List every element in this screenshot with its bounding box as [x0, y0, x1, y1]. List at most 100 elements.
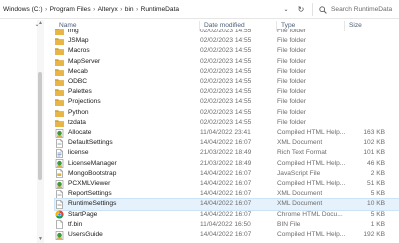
folder-icon	[55, 47, 64, 56]
search-input[interactable]: Search RuntimeData	[331, 6, 392, 13]
file-row[interactable]: Python 02/02/2023 14:55 File folder	[55, 108, 399, 118]
file-size	[345, 77, 385, 87]
file-date-modified: 02/02/2023 14:55	[200, 108, 252, 116]
file-row[interactable]: img 02/02/2023 14:55 File folder	[55, 29, 399, 36]
file-name-cell: Macros	[55, 46, 199, 56]
breadcrumb-separator[interactable]: ›	[91, 7, 98, 13]
breadcrumb-alteryx[interactable]: Alteryx	[98, 6, 118, 13]
file-row[interactable]: ODBC 02/02/2023 14:55 File folder	[55, 77, 399, 87]
file-name-cell: DefaultSettings	[55, 138, 199, 148]
file-size: 192 KB	[363, 231, 385, 238]
file-date-modified: 11/04/2022 16:50	[200, 220, 251, 228]
file-type: JavaScript File	[277, 169, 321, 177]
file-date-modified: 02/02/2023 14:55	[200, 118, 252, 126]
file-type: File folder	[277, 118, 306, 126]
file-name: DefaultSettings	[68, 139, 113, 147]
file-size	[345, 36, 385, 46]
file-row[interactable]: ReportSettings 14/04/2022 16:07 XML Docume…	[55, 189, 399, 199]
file-name: ReportSettings	[68, 190, 112, 198]
xml-file-icon	[55, 200, 64, 209]
file-date-modified: 02/02/2023 14:55	[200, 29, 252, 34]
file-name-cell: Python	[55, 108, 199, 118]
file-row[interactable]: RuntimeSettings 14/04/2022 16:07 XML Docum…	[54, 198, 399, 211]
file-row[interactable]: tzdata 02/02/2023 14:55 File folder	[55, 118, 399, 128]
rtf-file-icon	[55, 149, 64, 158]
file-name-cell: RuntimeSettings	[55, 199, 199, 209]
folder-icon	[55, 118, 64, 127]
file-row[interactable]: PCXMLViewer 14/04/2022 16:07 Compiled HTML…	[55, 179, 399, 189]
folder-icon	[55, 88, 64, 97]
file-type: Rich Text Format	[277, 149, 327, 157]
nav-scrollbar-thumb[interactable]	[38, 72, 42, 180]
file-name: license	[68, 149, 89, 157]
breadcrumb-program-files[interactable]: Program Files	[50, 6, 91, 13]
file-row[interactable]: Mecab 02/02/2023 14:55 File folder	[55, 67, 399, 77]
file-row[interactable]: license 21/03/2022 18:49 Rich Text Format 1…	[55, 148, 399, 158]
file-size	[345, 57, 385, 67]
xml-file-icon	[55, 189, 64, 199]
breadcrumb-separator[interactable]: ›	[134, 7, 141, 13]
file-type: File folder	[277, 67, 306, 75]
file-row[interactable]: Allocate 11/04/2022 23:41 Compiled HTML He…	[55, 128, 399, 138]
nav-scroll-down-icon[interactable]: ▼	[37, 236, 44, 243]
navigation-pane: ▲ ▼	[0, 20, 44, 243]
file-row[interactable]: UsersGuide 14/04/2022 16:07 Compiled HTML …	[55, 230, 399, 240]
file-date-modified: 14/04/2022 16:07	[200, 200, 252, 208]
file-row[interactable]: LicenseManager 21/03/2022 18:49 Compiled H…	[55, 159, 399, 169]
breadcrumb-separator[interactable]: ›	[118, 7, 125, 13]
file-name-cell: ODBC	[55, 77, 199, 87]
file-row[interactable]: Projections 02/02/2023 14:55 File folder	[55, 97, 399, 107]
chrome-file-icon	[55, 210, 64, 219]
file-name-cell: ReportSettings	[55, 189, 199, 199]
breadcrumb: Windows (C:) › Program Files › Alteryx ›…	[3, 4, 179, 15]
file-size: 5 KB	[370, 190, 385, 198]
file-type: File folder	[277, 57, 306, 65]
file-size: 51 KB	[367, 180, 385, 187]
file-name: tf.bin	[68, 220, 83, 228]
file-row[interactable]: DefaultSettings 14/04/2022 16:07 XML Docum…	[55, 138, 399, 148]
collapse-chevron-icon[interactable]: ⌄	[32, 21, 42, 29]
file-name-cell: UsersGuide	[55, 230, 199, 240]
file-name-cell: img	[55, 29, 199, 36]
file-row[interactable]: MongoBootstrap 14/04/2022 16:07 JavaScript…	[55, 169, 399, 179]
file-name: StartPage	[68, 210, 98, 218]
breadcrumb-bin[interactable]: bin	[125, 6, 134, 13]
file-name-cell: tzdata	[55, 118, 199, 128]
chm-file-icon	[55, 179, 64, 189]
file-row[interactable]: MapServer 02/02/2023 14:55 File folder	[55, 57, 399, 67]
bin-file-icon	[55, 220, 64, 230]
search-box[interactable]: Search RuntimeData	[312, 3, 396, 16]
file-type: File folder	[277, 98, 306, 106]
breadcrumb-separator[interactable]: ›	[43, 7, 50, 13]
file-type: File folder	[277, 108, 306, 116]
file-name: Allocate	[68, 129, 92, 136]
file-row[interactable]: tf.bin 11/04/2022 16:50 BIN File 1 KB	[55, 220, 399, 230]
address-history-chevron-icon[interactable]: ⌄	[281, 4, 291, 15]
file-row[interactable]: Palettes 02/02/2023 14:55 File folder	[55, 87, 399, 97]
address-bar[interactable]: Windows (C:) › Program Files › Alteryx ›…	[0, 0, 399, 19]
refresh-icon[interactable]: ↻	[296, 4, 306, 15]
file-date-modified: 02/02/2023 14:55	[200, 78, 252, 85]
file-name: UsersGuide	[68, 231, 103, 238]
breadcrumb-windows-c[interactable]: Windows (C:)	[3, 6, 43, 13]
file-date-modified: 14/04/2022 16:07	[200, 231, 252, 238]
file-name: RuntimeSettings	[68, 200, 117, 208]
file-row[interactable]: Macros 02/02/2023 14:55 File folder	[55, 46, 399, 56]
file-name-cell: LicenseManager	[55, 159, 199, 169]
file-size: 46 KB	[367, 159, 385, 167]
file-name: JSMap	[68, 37, 89, 45]
breadcrumb-runtimedata[interactable]: RuntimeData	[141, 6, 179, 13]
file-row[interactable]: JSMap 02/02/2023 14:55 File folder	[55, 36, 399, 46]
file-size	[345, 46, 385, 56]
file-type: XML Document	[277, 139, 323, 147]
file-type: Compiled HTML Help...	[277, 159, 345, 167]
file-type: File folder	[277, 37, 306, 45]
file-row[interactable]: StartPage 14/04/2022 16:07 Chrome HTML Doc…	[55, 210, 399, 220]
file-size: 10 KB	[367, 200, 385, 208]
file-date-modified: 02/02/2023 14:55	[200, 47, 252, 55]
file-type: File folder	[277, 78, 306, 85]
file-name-cell: Allocate	[55, 128, 199, 138]
file-type: File folder	[277, 29, 306, 34]
file-size	[345, 97, 385, 107]
file-name: ODBC	[68, 78, 88, 85]
